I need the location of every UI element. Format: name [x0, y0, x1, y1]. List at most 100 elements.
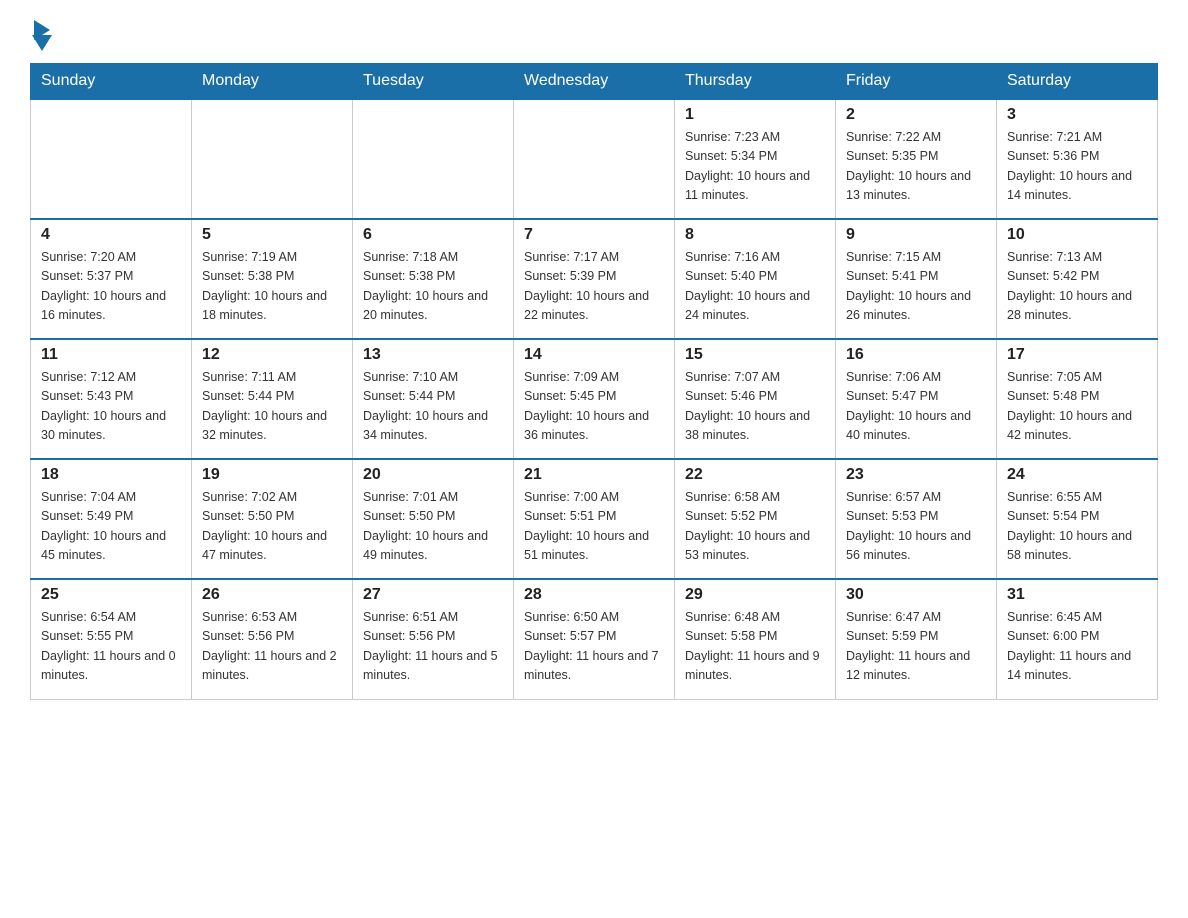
day-info: Sunrise: 7:19 AMSunset: 5:38 PMDaylight:…	[202, 248, 342, 326]
calendar-week-row: 25 Sunrise: 6:54 AMSunset: 5:55 PMDayligh…	[31, 579, 1158, 699]
day-number: 25	[41, 586, 181, 604]
calendar-cell: 31 Sunrise: 6:45 AMSunset: 6:00 PMDayligh…	[997, 579, 1158, 699]
day-info: Sunrise: 7:09 AMSunset: 5:45 PMDaylight:…	[524, 368, 664, 446]
day-info: Sunrise: 7:12 AMSunset: 5:43 PMDaylight:…	[41, 368, 181, 446]
day-info: Sunrise: 7:13 AMSunset: 5:42 PMDaylight:…	[1007, 248, 1147, 326]
day-number: 4	[41, 226, 181, 244]
day-number: 18	[41, 466, 181, 484]
calendar-cell: 11 Sunrise: 7:12 AMSunset: 5:43 PMDayligh…	[31, 339, 192, 459]
day-number: 31	[1007, 586, 1147, 604]
day-number: 3	[1007, 106, 1147, 124]
calendar-cell: 10 Sunrise: 7:13 AMSunset: 5:42 PMDayligh…	[997, 219, 1158, 339]
day-number: 21	[524, 466, 664, 484]
calendar-cell: 8Sunrise: 7:16 AMSunset: 5:40 PMDaylight…	[675, 219, 836, 339]
day-info: Sunrise: 6:58 AMSunset: 5:52 PMDaylight:…	[685, 488, 825, 566]
calendar-cell: 1Sunrise: 7:23 AMSunset: 5:34 PMDaylight…	[675, 99, 836, 219]
calendar-table: SundayMondayTuesdayWednesdayThursdayFrid…	[30, 63, 1158, 700]
calendar-cell: 29 Sunrise: 6:48 AMSunset: 5:58 PMDayligh…	[675, 579, 836, 699]
day-number: 1	[685, 106, 825, 124]
page-header	[30, 20, 1158, 47]
logo-icon	[32, 20, 52, 51]
col-header-wednesday: Wednesday	[514, 64, 675, 100]
day-number: 11	[41, 346, 181, 364]
day-info: Sunrise: 7:17 AMSunset: 5:39 PMDaylight:…	[524, 248, 664, 326]
col-header-saturday: Saturday	[997, 64, 1158, 100]
day-number: 9	[846, 226, 986, 244]
calendar-cell	[514, 99, 675, 219]
day-info: Sunrise: 7:04 AMSunset: 5:49 PMDaylight:…	[41, 488, 181, 566]
calendar-cell: 12 Sunrise: 7:11 AMSunset: 5:44 PMDayligh…	[192, 339, 353, 459]
day-info: Sunrise: 6:54 AMSunset: 5:55 PMDaylight:…	[41, 608, 181, 686]
day-number: 27	[363, 586, 503, 604]
col-header-sunday: Sunday	[31, 64, 192, 100]
calendar-cell	[192, 99, 353, 219]
calendar-cell: 23 Sunrise: 6:57 AMSunset: 5:53 PMDayligh…	[836, 459, 997, 579]
calendar-cell: 15 Sunrise: 7:07 AMSunset: 5:46 PMDayligh…	[675, 339, 836, 459]
calendar-week-row: 18 Sunrise: 7:04 AMSunset: 5:49 PMDayligh…	[31, 459, 1158, 579]
calendar-cell: 7 Sunrise: 7:17 AMSunset: 5:39 PMDaylight…	[514, 219, 675, 339]
col-header-tuesday: Tuesday	[353, 64, 514, 100]
calendar-cell: 2Sunrise: 7:22 AMSunset: 5:35 PMDaylight…	[836, 99, 997, 219]
calendar-cell: 25 Sunrise: 6:54 AMSunset: 5:55 PMDayligh…	[31, 579, 192, 699]
day-info: Sunrise: 7:00 AMSunset: 5:51 PMDaylight:…	[524, 488, 664, 566]
calendar-cell: 6Sunrise: 7:18 AMSunset: 5:38 PMDaylight…	[353, 219, 514, 339]
col-header-friday: Friday	[836, 64, 997, 100]
day-info: Sunrise: 6:48 AMSunset: 5:58 PMDaylight:…	[685, 608, 825, 686]
day-number: 24	[1007, 466, 1147, 484]
day-number: 26	[202, 586, 342, 604]
day-info: Sunrise: 6:51 AMSunset: 5:56 PMDaylight:…	[363, 608, 503, 686]
day-number: 13	[363, 346, 503, 364]
calendar-cell: 22 Sunrise: 6:58 AMSunset: 5:52 PMDayligh…	[675, 459, 836, 579]
day-info: Sunrise: 7:05 AMSunset: 5:48 PMDaylight:…	[1007, 368, 1147, 446]
day-number: 10	[1007, 226, 1147, 244]
day-info: Sunrise: 7:07 AMSunset: 5:46 PMDaylight:…	[685, 368, 825, 446]
day-number: 15	[685, 346, 825, 364]
calendar-cell: 3Sunrise: 7:21 AMSunset: 5:36 PMDaylight…	[997, 99, 1158, 219]
col-header-monday: Monday	[192, 64, 353, 100]
day-info: Sunrise: 7:15 AMSunset: 5:41 PMDaylight:…	[846, 248, 986, 326]
day-number: 29	[685, 586, 825, 604]
day-info: Sunrise: 7:11 AMSunset: 5:44 PMDaylight:…	[202, 368, 342, 446]
calendar-cell: 18 Sunrise: 7:04 AMSunset: 5:49 PMDayligh…	[31, 459, 192, 579]
day-number: 8	[685, 226, 825, 244]
day-info: Sunrise: 7:10 AMSunset: 5:44 PMDaylight:…	[363, 368, 503, 446]
calendar-cell: 13 Sunrise: 7:10 AMSunset: 5:44 PMDayligh…	[353, 339, 514, 459]
logo	[30, 20, 52, 47]
col-header-thursday: Thursday	[675, 64, 836, 100]
calendar-cell: 21 Sunrise: 7:00 AMSunset: 5:51 PMDayligh…	[514, 459, 675, 579]
day-number: 17	[1007, 346, 1147, 364]
calendar-cell: 5Sunrise: 7:19 AMSunset: 5:38 PMDaylight…	[192, 219, 353, 339]
day-number: 23	[846, 466, 986, 484]
day-info: Sunrise: 7:18 AMSunset: 5:38 PMDaylight:…	[363, 248, 503, 326]
calendar-cell: 4 Sunrise: 7:20 AMSunset: 5:37 PMDaylight…	[31, 219, 192, 339]
day-number: 14	[524, 346, 664, 364]
day-info: Sunrise: 6:57 AMSunset: 5:53 PMDaylight:…	[846, 488, 986, 566]
day-number: 28	[524, 586, 664, 604]
day-number: 30	[846, 586, 986, 604]
day-info: Sunrise: 7:02 AMSunset: 5:50 PMDaylight:…	[202, 488, 342, 566]
day-info: Sunrise: 6:55 AMSunset: 5:54 PMDaylight:…	[1007, 488, 1147, 566]
day-info: Sunrise: 6:50 AMSunset: 5:57 PMDaylight:…	[524, 608, 664, 686]
day-number: 20	[363, 466, 503, 484]
day-number: 22	[685, 466, 825, 484]
calendar-week-row: 11 Sunrise: 7:12 AMSunset: 5:43 PMDayligh…	[31, 339, 1158, 459]
day-number: 7	[524, 226, 664, 244]
calendar-cell: 24 Sunrise: 6:55 AMSunset: 5:54 PMDayligh…	[997, 459, 1158, 579]
day-info: Sunrise: 6:45 AMSunset: 6:00 PMDaylight:…	[1007, 608, 1147, 686]
calendar-cell: 27 Sunrise: 6:51 AMSunset: 5:56 PMDayligh…	[353, 579, 514, 699]
day-info: Sunrise: 7:06 AMSunset: 5:47 PMDaylight:…	[846, 368, 986, 446]
day-info: Sunrise: 7:01 AMSunset: 5:50 PMDaylight:…	[363, 488, 503, 566]
calendar-cell	[31, 99, 192, 219]
calendar-week-row: 4 Sunrise: 7:20 AMSunset: 5:37 PMDaylight…	[31, 219, 1158, 339]
day-info: Sunrise: 7:22 AMSunset: 5:35 PMDaylight:…	[846, 128, 986, 206]
day-number: 16	[846, 346, 986, 364]
calendar-week-row: 1Sunrise: 7:23 AMSunset: 5:34 PMDaylight…	[31, 99, 1158, 219]
calendar-cell: 26Sunrise: 6:53 AMSunset: 5:56 PMDayligh…	[192, 579, 353, 699]
calendar-cell	[353, 99, 514, 219]
calendar-cell: 14 Sunrise: 7:09 AMSunset: 5:45 PMDayligh…	[514, 339, 675, 459]
calendar-cell: 19Sunrise: 7:02 AMSunset: 5:50 PMDayligh…	[192, 459, 353, 579]
day-info: Sunrise: 6:47 AMSunset: 5:59 PMDaylight:…	[846, 608, 986, 686]
day-info: Sunrise: 7:20 AMSunset: 5:37 PMDaylight:…	[41, 248, 181, 326]
day-number: 12	[202, 346, 342, 364]
calendar-cell: 17 Sunrise: 7:05 AMSunset: 5:48 PMDayligh…	[997, 339, 1158, 459]
